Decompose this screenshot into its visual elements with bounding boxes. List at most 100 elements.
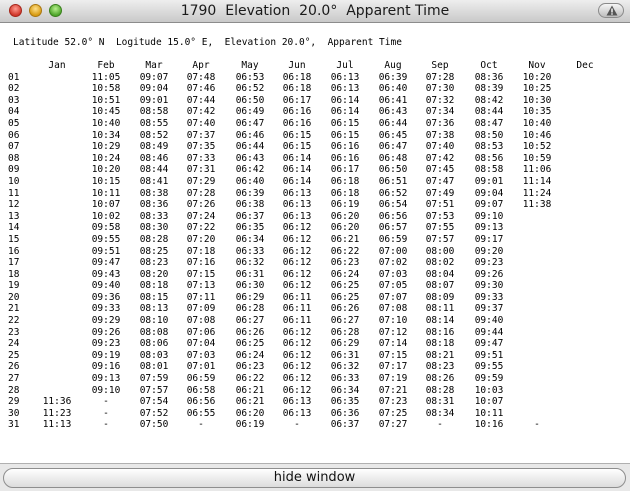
time-cell: 07:15	[378, 349, 408, 361]
time-cell: 06:12	[282, 245, 312, 257]
time-cell: 06:56	[378, 210, 408, 222]
time-cell: 10:24	[91, 152, 121, 164]
time-cell: 11:23	[42, 407, 72, 419]
time-cell: 08:52	[139, 129, 169, 141]
time-cell: 06:40	[378, 83, 408, 95]
time-cell: 09:23	[91, 338, 121, 350]
time-cell: 08:34	[425, 407, 455, 419]
time-cell: 07:03	[378, 268, 408, 280]
time-cell: 08:18	[139, 280, 169, 292]
time-cell: 11:38	[522, 199, 552, 211]
time-cell: 06:13	[330, 71, 360, 83]
time-cell: 06:32	[235, 257, 265, 269]
time-cell: 10:46	[522, 129, 552, 141]
time-cell: -	[534, 419, 540, 431]
time-cell: 06:13	[282, 210, 312, 222]
time-cell: 07:10	[378, 315, 408, 327]
time-cell: 09:26	[91, 326, 121, 338]
time-cell: 06:44	[378, 117, 408, 129]
time-cell: 07:22	[186, 222, 216, 234]
time-cell: 08:42	[474, 94, 504, 106]
day-label: 21	[8, 303, 20, 315]
time-cell: -	[294, 419, 300, 431]
alert-button[interactable]	[598, 3, 624, 18]
time-cell: 06:57	[378, 222, 408, 234]
time-cell: 07:45	[425, 164, 455, 176]
day-label: 03	[8, 94, 20, 106]
time-cell: 08:06	[139, 338, 169, 350]
time-cell: 06:15	[330, 129, 360, 141]
day-label: 16	[8, 245, 20, 257]
time-cell: 07:57	[425, 233, 455, 245]
time-cell: 07:14	[378, 338, 408, 350]
hide-window-button[interactable]: hide window	[3, 468, 626, 488]
time-cell: 10:02	[91, 210, 121, 222]
time-cell: 06:47	[235, 117, 265, 129]
table-row: 17 09:47 08:23 07:16 06:32 06:12 06:23 07:02 08:…	[0, 257, 630, 269]
time-cell: 06:34	[330, 384, 360, 396]
day-label: 18	[8, 268, 20, 280]
title-bar[interactable]: 1790 Elevation 20.0° Apparent Time	[0, 0, 630, 23]
time-cell: -	[103, 407, 109, 419]
time-cell: 06:21	[235, 384, 265, 396]
time-cell: 07:26	[186, 199, 216, 211]
time-cell: 06:37	[235, 210, 265, 222]
time-cell: 06:33	[330, 373, 360, 385]
time-cell: 09:40	[91, 280, 121, 292]
time-cell: 08:10	[139, 315, 169, 327]
time-cell: 09:13	[474, 222, 504, 234]
time-cell: 08:14	[425, 315, 455, 327]
time-cell: 08:44	[139, 164, 169, 176]
time-cell: 11:14	[522, 175, 552, 187]
time-cell: 06:33	[235, 245, 265, 257]
time-cell: 07:01	[186, 361, 216, 373]
time-cell: 10:59	[522, 152, 552, 164]
time-cell: 06:24	[330, 268, 360, 280]
bottom-bar: hide window	[0, 463, 630, 491]
time-cell: 09:26	[474, 268, 504, 280]
time-cell: 06:18	[282, 83, 312, 95]
time-cell: 06:24	[235, 349, 265, 361]
time-cell: 08:02	[425, 257, 455, 269]
time-cell: 08:03	[139, 349, 169, 361]
month-header: Jun	[288, 60, 306, 71]
time-cell: 06:43	[378, 106, 408, 118]
month-header: Aug	[384, 60, 402, 71]
time-cell: 10:30	[522, 94, 552, 106]
time-cell: 07:23	[378, 396, 408, 408]
time-cell: 06:41	[378, 94, 408, 106]
time-cell: 07:42	[425, 152, 455, 164]
table-row: 21 09:33 08:13 07:09 06:28 06:11 06:26 07:08 08:…	[0, 303, 630, 315]
time-cell: 07:18	[186, 245, 216, 257]
time-cell: 06:20	[330, 210, 360, 222]
time-cell: 08:20	[139, 268, 169, 280]
time-cell: 08:00	[425, 245, 455, 257]
time-cell: 11:06	[522, 164, 552, 176]
day-label: 31	[8, 419, 20, 431]
table-row: 18 09:43 08:20 07:15 06:31 06:12 06:24 07:03 08:…	[0, 269, 630, 281]
time-cell: 09:51	[91, 245, 121, 257]
table-row: 12 10:07 08:36 07:26 06:38 06:13 06:19 06:54 07:…	[0, 199, 630, 211]
time-cell: 07:15	[186, 268, 216, 280]
time-cell: 07:00	[378, 245, 408, 257]
day-label: 17	[8, 257, 20, 269]
time-cell: 09:20	[474, 245, 504, 257]
time-cell: 10:15	[91, 175, 121, 187]
time-cell: 10:25	[522, 83, 552, 95]
time-cell: 07:09	[186, 303, 216, 315]
time-cell: 07:35	[186, 141, 216, 153]
month-header: Oct	[480, 60, 498, 71]
time-cell: 07:34	[425, 106, 455, 118]
time-cell: 09:01	[474, 175, 504, 187]
time-cell: 09:04	[139, 83, 169, 95]
table-row: 03 10:51 09:01 07:44 06:50 06:17 06:14 06:41 07:…	[0, 95, 630, 107]
day-label: 09	[8, 164, 20, 176]
time-cell: 08:30	[139, 222, 169, 234]
time-cell: 07:32	[425, 94, 455, 106]
time-cell: 08:58	[139, 106, 169, 118]
time-cell: 06:15	[282, 129, 312, 141]
table-row: 14 09:58 08:30 07:22 06:35 06:12 06:20 06:57 07:…	[0, 222, 630, 234]
time-cell: 09:10	[91, 384, 121, 396]
time-cell: 06:34	[235, 233, 265, 245]
time-cell: 06:14	[330, 106, 360, 118]
